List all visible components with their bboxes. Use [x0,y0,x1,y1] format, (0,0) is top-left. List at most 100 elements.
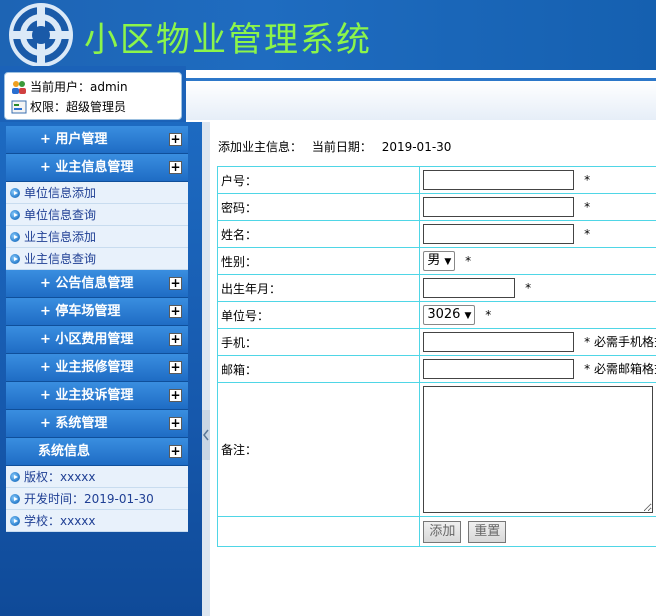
caption-date-label: 当前日期： [311,140,372,154]
field-label: 姓名： [216,220,421,248]
app-header: 小区物业管理系统 [0,0,656,70]
submenu-system-info: 版权：xxxxx 开发时间：2019-01-30 学校：xxxxx [6,466,188,532]
phone-input[interactable] [423,332,575,352]
field-cell: * 必需邮箱格式 [419,355,656,383]
sidebar-menu: + 用户管理 + + 业主信息管理 + 单位信息添加 单位信息查询 业主信息添加… [6,126,188,532]
field-cell: 3026 ▼ * [419,301,656,329]
field-cell: * 必需手机格式 [419,328,656,356]
main-content: 添加业主信息： 当前日期： 2019-01-30 户号： * 密码： * 姓名：… [210,122,656,616]
required-mark: * [525,280,532,295]
required-mark: * [465,253,472,268]
form-row: 出生年月： * [216,274,656,302]
menu-label: + 公告信息管理 [40,276,134,291]
unit-select-value: 3026 [427,307,461,322]
unit-number-select[interactable]: 3026 ▼ [423,305,476,325]
menu-user-management[interactable]: + 用户管理 + [6,126,188,154]
menu-label: + 用户管理 [40,132,108,147]
submenu-item-unit-add[interactable]: 单位信息添加 [6,182,188,204]
bullet-arrow-icon [10,494,20,504]
field-cell: * [419,274,656,302]
menu-notice-management[interactable]: + 公告信息管理 + [6,270,188,298]
bullet-arrow-icon [10,232,20,242]
expand-icon[interactable]: + [169,361,182,374]
form-row: 姓名： * [216,220,656,248]
gender-select[interactable]: 男 ▼ [423,251,456,271]
field-label: 户号： [216,166,421,194]
form-row: 备注： [216,382,656,517]
add-button[interactable]: 添加 [423,520,462,543]
menu-label: + 业主投诉管理 [40,388,134,403]
expand-icon[interactable]: + [169,305,182,318]
gender-select-value: 男 [427,253,441,268]
password-input[interactable] [423,197,575,217]
field-label: 备注： [216,382,421,517]
expand-icon[interactable]: + [169,333,182,346]
menu-parking-management[interactable]: + 停车场管理 + [6,298,188,326]
form-row: 添加 重置 [216,516,656,547]
email-input[interactable] [423,359,575,379]
current-user-row: 当前用户：admin [11,77,175,97]
menu-system-management[interactable]: + 系统管理 + [6,410,188,438]
sidebar-splitter[interactable] [202,122,210,616]
menu-complaint-management[interactable]: + 业主投诉管理 + [6,382,188,410]
remarks-textarea[interactable] [423,386,654,513]
expand-icon[interactable]: + [169,417,182,430]
required-mark: * [584,172,591,187]
form-row: 单位号： 3026 ▼ * [216,301,656,329]
bullet-arrow-icon [10,472,20,482]
field-label: 手机： [216,328,421,356]
form-row: 户号： * [216,166,656,194]
field-cell: * [419,193,656,221]
expand-icon[interactable]: + [169,445,182,458]
field-label: 邮箱： [216,355,421,383]
dropdown-arrow-icon: ▼ [444,257,452,267]
role-text: 权限：超级管理员 [30,100,127,114]
expand-icon[interactable]: + [169,161,182,174]
submenu-item-unit-query[interactable]: 单位信息查询 [6,204,188,226]
field-cell: 男 ▼ * [419,247,656,275]
top-toolbar-bar [186,78,656,120]
menu-fee-management[interactable]: + 小区费用管理 + [6,326,188,354]
field-label: 性别： [216,247,421,275]
form-row: 密码： * [216,193,656,221]
field-label: 密码： [216,193,421,221]
field-label: 单位号： [216,301,421,329]
name-input[interactable] [423,224,575,244]
sysinfo-label: 版权：xxxxx [24,470,96,484]
form-row: 邮箱： * 必需邮箱格式 [216,355,656,383]
required-mark: * [485,307,492,322]
submenu-item-owner-add[interactable]: 业主信息添加 [6,226,188,248]
expand-icon[interactable]: + [169,389,182,402]
household-number-input[interactable] [423,170,575,190]
menu-label: 系统信息 [38,444,91,459]
sysinfo-dev-time: 开发时间：2019-01-30 [6,488,188,510]
menu-label: + 停车场管理 [40,304,121,319]
phone-format-hint: * 必需手机格式 [584,334,656,349]
sysinfo-school: 学校：xxxxx [6,510,188,532]
email-format-hint: * 必需邮箱格式 [584,361,656,376]
field-cell: * [419,166,656,194]
dropdown-arrow-icon: ▼ [464,311,472,321]
menu-system-info[interactable]: 系统信息 + [6,438,188,466]
field-cell: * [419,220,656,248]
expand-icon[interactable]: + [169,133,182,146]
submenu-item-owner-query[interactable]: 业主信息查询 [6,248,188,270]
birth-date-input[interactable] [423,278,516,298]
menu-label: + 系统管理 [40,416,108,431]
empty-cell [216,516,421,547]
submenu-label: 业主信息查询 [24,252,97,266]
sysinfo-label: 学校：xxxxx [24,514,96,528]
button-cell: 添加 重置 [419,516,656,547]
permission-icon [11,100,27,114]
field-cell [419,382,656,517]
expand-icon[interactable]: + [169,277,182,290]
menu-repair-management[interactable]: + 业主报修管理 + [6,354,188,382]
menu-owner-info-management[interactable]: + 业主信息管理 + [6,154,188,182]
collapse-handle-icon[interactable] [202,410,210,460]
caption-title: 添加业主信息： [218,140,303,154]
submenu-owner-info: 单位信息添加 单位信息查询 业主信息添加 业主信息查询 [6,182,188,270]
app-title: 小区物业管理系统 [84,20,372,60]
field-label: 出生年月： [216,274,421,302]
bullet-arrow-icon [10,516,20,526]
reset-button[interactable]: 重置 [468,520,507,543]
